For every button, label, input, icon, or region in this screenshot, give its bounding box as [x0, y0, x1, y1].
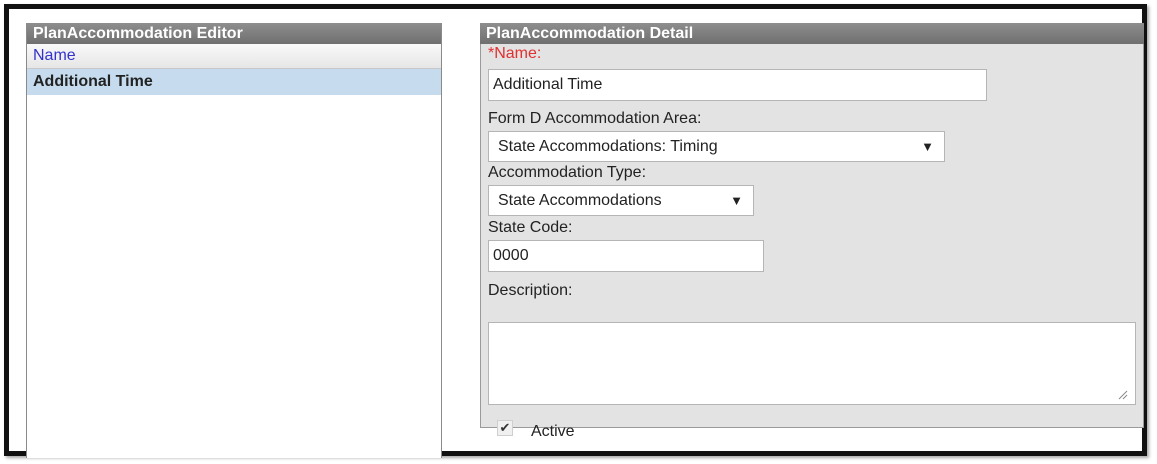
editor-title: PlanAccommodation Editor	[27, 23, 441, 44]
name-input[interactable]	[488, 69, 987, 101]
name-label: *Name:	[488, 45, 542, 62]
list-item-selected[interactable]: Additional Time	[27, 69, 441, 95]
accommodation-type-select[interactable]: State Accommodations ▼	[488, 185, 754, 216]
accommodation-area-select[interactable]: State Accommodations: Timing ▼	[488, 131, 945, 162]
state-code-input[interactable]	[488, 240, 764, 272]
active-label: Active	[531, 423, 575, 440]
dropdown-arrow-icon: ▼	[730, 193, 743, 208]
accommodation-area-value: State Accommodations: Timing	[498, 138, 718, 155]
check-mark-icon: ✔	[499, 420, 511, 435]
resize-grip-icon[interactable]	[1118, 390, 1128, 400]
active-checkbox[interactable]: ✔	[497, 420, 513, 436]
description-label: Description:	[488, 282, 573, 299]
description-textarea[interactable]	[488, 322, 1136, 405]
state-code-label: State Code:	[488, 219, 573, 236]
accommodation-type-label: Accommodation Type:	[488, 164, 647, 181]
detail-title: PlanAccommodation Detail	[480, 23, 1144, 44]
editor-panel: PlanAccommodation Editor Name Additional…	[26, 23, 442, 458]
accommodation-area-label: Form D Accommodation Area:	[488, 110, 702, 127]
detail-panel: PlanAccommodation Detail *Name: Form D A…	[480, 23, 1144, 440]
name-column-header[interactable]: Name	[27, 44, 441, 69]
accommodation-type-value: State Accommodations	[498, 192, 662, 209]
dropdown-arrow-icon: ▼	[921, 139, 934, 154]
